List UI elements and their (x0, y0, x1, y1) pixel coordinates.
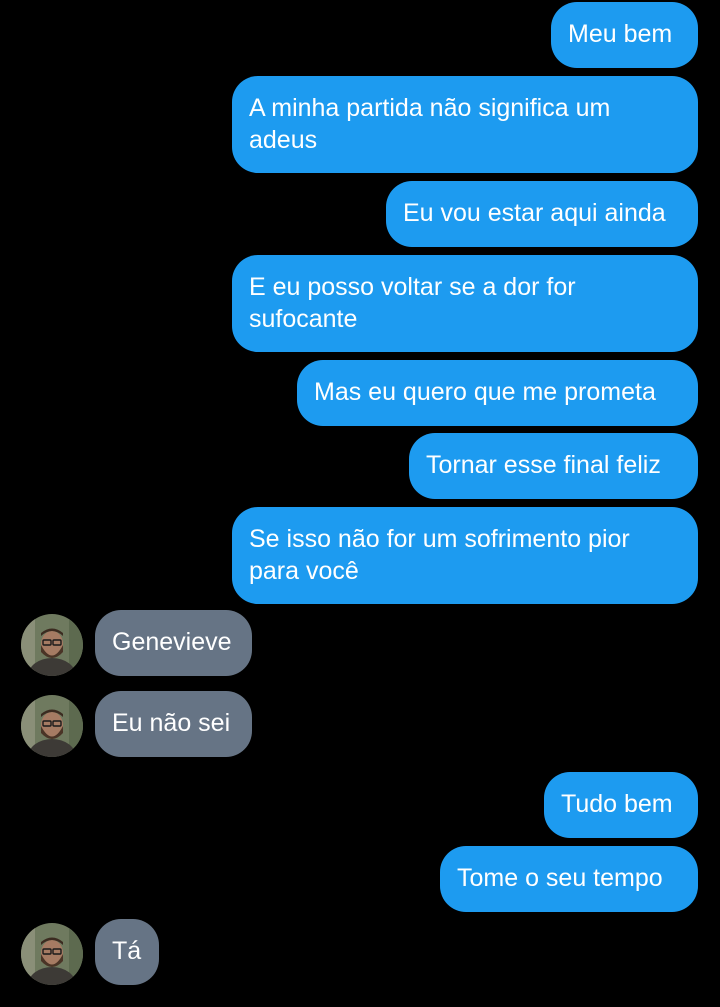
message-bubble-outgoing[interactable]: Eu vou estar aqui ainda (386, 181, 698, 247)
contact-avatar[interactable] (21, 614, 83, 676)
message-bubble-outgoing[interactable]: Se isso não for um sofrimento pior para … (232, 507, 698, 604)
avatar-photo-icon (21, 614, 83, 676)
message-bubble-outgoing[interactable]: Tudo bem (544, 772, 698, 838)
contact-avatar[interactable] (21, 695, 83, 757)
message-bubble-incoming[interactable]: Tá (95, 919, 159, 985)
message-bubble-outgoing[interactable]: Tornar esse final feliz (409, 433, 698, 499)
message-bubble-incoming[interactable]: Eu não sei (95, 691, 252, 757)
contact-avatar[interactable] (21, 923, 83, 985)
avatar-photo-icon (21, 923, 83, 985)
message-bubble-outgoing[interactable]: A minha partida não significa um adeus (232, 76, 698, 173)
avatar-photo-icon (21, 695, 83, 757)
chat-thread[interactable]: Meu bem A minha partida não significa um… (0, 0, 720, 1007)
message-bubble-outgoing[interactable]: Mas eu quero que me prometa (297, 360, 698, 426)
message-bubble-incoming[interactable]: Genevieve (95, 610, 252, 676)
message-bubble-outgoing[interactable]: E eu posso voltar se a dor for sufocante (232, 255, 698, 352)
message-bubble-outgoing[interactable]: Meu bem (551, 2, 698, 68)
message-bubble-outgoing[interactable]: Tome o seu tempo (440, 846, 698, 912)
